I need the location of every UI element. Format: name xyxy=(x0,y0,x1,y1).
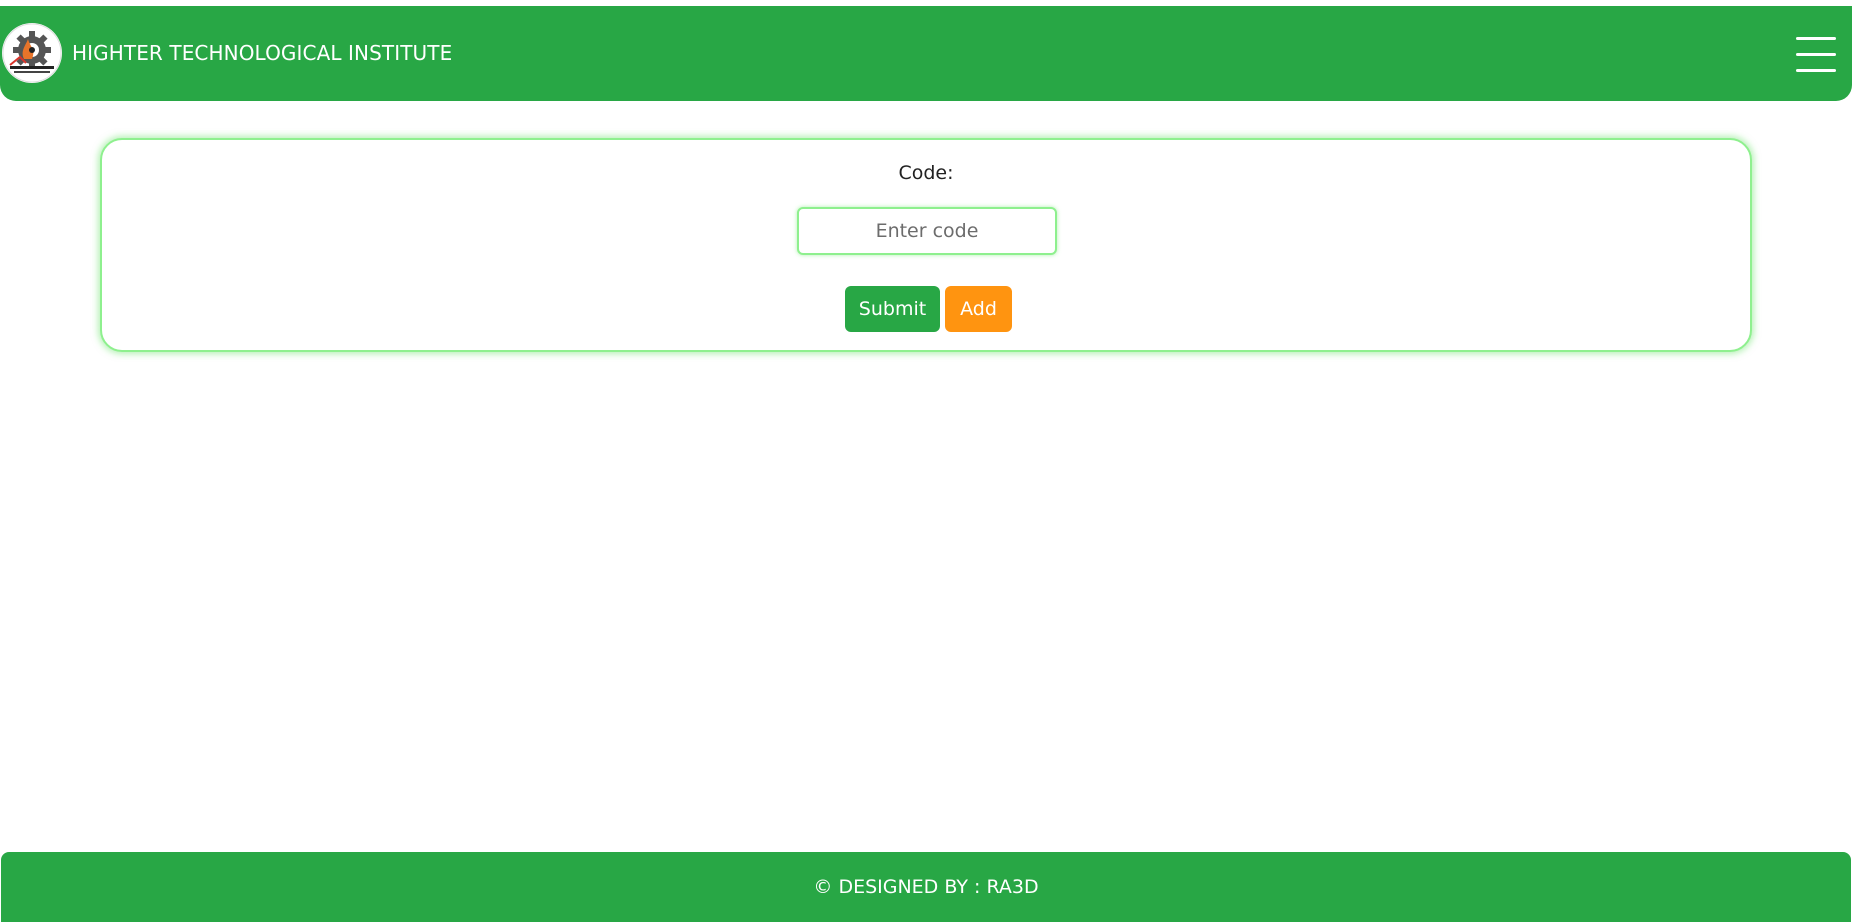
navbar: HIGHTER TECHNOLOGICAL INSTITUTE xyxy=(0,6,1852,101)
code-input[interactable] xyxy=(797,207,1057,255)
footer: © DESIGNED BY : RA3D xyxy=(1,852,1851,922)
menu-bar-line xyxy=(1796,37,1836,40)
hamburger-menu-icon[interactable] xyxy=(1796,37,1836,73)
submit-button[interactable]: Submit xyxy=(845,286,940,332)
institute-logo-icon[interactable] xyxy=(2,23,62,83)
add-button[interactable]: Add xyxy=(945,286,1012,332)
code-label: Code: xyxy=(898,162,954,184)
brand-title[interactable]: HIGHTER TECHNOLOGICAL INSTITUTE xyxy=(72,6,452,101)
footer-credit-text: © DESIGNED BY : RA3D xyxy=(813,876,1039,898)
menu-bar-line xyxy=(1796,53,1836,56)
menu-bar-line xyxy=(1796,69,1836,72)
code-form-card: Code: Submit Add xyxy=(100,138,1752,352)
